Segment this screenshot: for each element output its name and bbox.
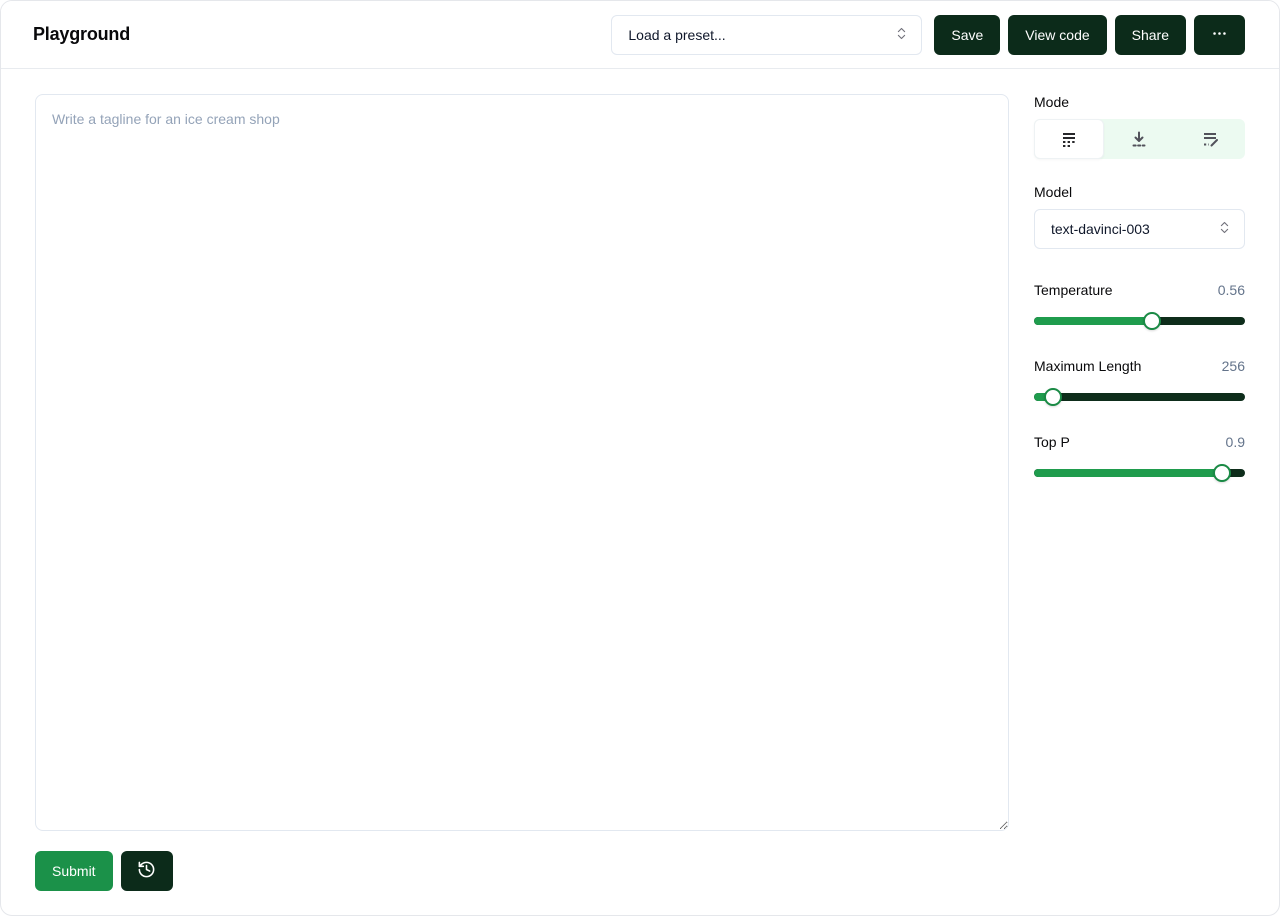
slider-fill bbox=[1034, 317, 1152, 325]
slider-thumb[interactable] bbox=[1143, 312, 1161, 330]
more-options-button[interactable] bbox=[1194, 15, 1245, 55]
temperature-param: Temperature 0.56 bbox=[1034, 282, 1245, 330]
submit-button[interactable]: Submit bbox=[35, 851, 113, 891]
insert-mode-icon bbox=[1129, 129, 1149, 149]
history-button[interactable] bbox=[121, 851, 173, 891]
top-p-label: Top P bbox=[1034, 434, 1070, 450]
model-label: Model bbox=[1034, 184, 1245, 200]
maximum-length-param: Maximum Length 256 bbox=[1034, 358, 1245, 406]
chevrons-up-down-icon bbox=[1217, 220, 1232, 238]
temperature-value: 0.56 bbox=[1218, 282, 1245, 298]
main-content: Mode bbox=[1, 69, 1279, 831]
save-button[interactable]: Save bbox=[934, 15, 1000, 55]
playground-app: Playground Load a preset... Save View co… bbox=[0, 0, 1280, 916]
mode-complete-button[interactable] bbox=[1034, 119, 1104, 159]
history-icon bbox=[137, 860, 156, 882]
model-block: Model text-davinci-003 bbox=[1034, 184, 1245, 249]
top-p-value: 0.9 bbox=[1226, 434, 1245, 450]
complete-mode-icon bbox=[1059, 129, 1079, 149]
top-p-slider[interactable] bbox=[1034, 464, 1245, 482]
footer-actions: Submit bbox=[1, 831, 1279, 916]
mode-insert-button[interactable] bbox=[1104, 119, 1174, 159]
maximum-length-label: Maximum Length bbox=[1034, 358, 1141, 374]
slider-fill bbox=[1034, 469, 1222, 477]
settings-sidebar: Mode bbox=[1034, 94, 1245, 831]
slider-thumb[interactable] bbox=[1044, 388, 1062, 406]
page-title: Playground bbox=[33, 24, 130, 45]
mode-edit-button[interactable] bbox=[1175, 119, 1245, 159]
prompt-textarea[interactable] bbox=[35, 94, 1009, 831]
temperature-row: Temperature 0.56 bbox=[1034, 282, 1245, 298]
load-preset-placeholder: Load a preset... bbox=[628, 27, 894, 43]
maximum-length-row: Maximum Length 256 bbox=[1034, 358, 1245, 374]
model-select[interactable]: text-davinci-003 bbox=[1034, 209, 1245, 249]
temperature-slider[interactable] bbox=[1034, 312, 1245, 330]
top-p-param: Top P 0.9 bbox=[1034, 434, 1245, 482]
view-code-button[interactable]: View code bbox=[1008, 15, 1106, 55]
top-p-row: Top P 0.9 bbox=[1034, 434, 1245, 450]
maximum-length-value: 256 bbox=[1222, 358, 1245, 374]
mode-label: Mode bbox=[1034, 94, 1245, 110]
slider-track bbox=[1034, 317, 1245, 325]
slider-thumb[interactable] bbox=[1213, 464, 1231, 482]
temperature-label: Temperature bbox=[1034, 282, 1113, 298]
chevrons-up-down-icon bbox=[894, 26, 909, 44]
load-preset-select[interactable]: Load a preset... bbox=[611, 15, 922, 55]
mode-toggle-group bbox=[1034, 119, 1245, 159]
edit-mode-icon bbox=[1200, 129, 1220, 149]
maximum-length-slider[interactable] bbox=[1034, 388, 1245, 406]
model-selected-value: text-davinci-003 bbox=[1051, 221, 1217, 237]
header-actions: Load a preset... Save View code Share bbox=[611, 15, 1245, 55]
ellipsis-icon bbox=[1211, 25, 1228, 45]
share-button[interactable]: Share bbox=[1115, 15, 1186, 55]
slider-track bbox=[1034, 393, 1245, 401]
header: Playground Load a preset... Save View co… bbox=[1, 1, 1279, 69]
